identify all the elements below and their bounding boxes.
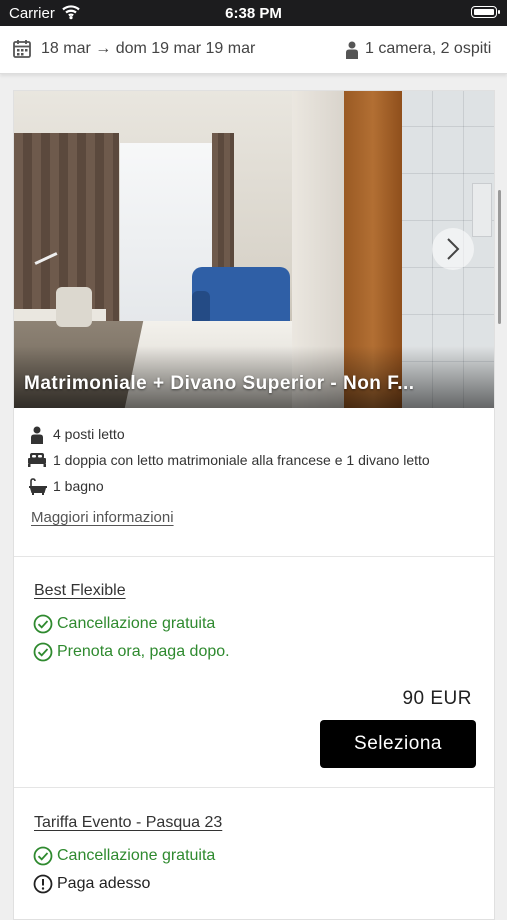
divider [14,556,494,557]
feature-text: 4 posti letto [53,426,125,442]
battery-icon [471,6,500,18]
select-button[interactable]: Seleziona [320,720,476,768]
date-range-label[interactable]: 18 mar → dom 19 mar 19 mar [41,40,255,58]
check-circle-icon [33,846,53,871]
rate-name-best-flexible[interactable]: Best Flexible [34,582,126,600]
check-circle-icon [33,642,53,667]
info-circle-icon [33,874,53,899]
guests-label[interactable]: 1 camera, 2 ospiti [365,40,491,58]
more-info-link[interactable]: Maggiori informazioni [31,509,174,526]
calendar-icon [13,39,31,63]
status-time: 6:38 PM [225,5,282,22]
room-photo[interactable]: Matrimoniale + Divano Superior - Non F..… [14,91,494,408]
room-card: Matrimoniale + Divano Superior - Non F..… [13,90,495,920]
rate-name-event[interactable]: Tariffa Evento - Pasqua 23 [34,814,222,832]
bed-icon [27,452,47,473]
feature-text: 1 bagno [53,478,104,494]
perk-text: Cancellazione gratuita [57,847,216,864]
perk-text: Paga adesso [57,875,151,892]
bathtub-icon [28,478,48,500]
scroll-indicator[interactable] [498,190,501,324]
next-photo-button[interactable] [432,228,474,270]
status-bar: Carrier 6:38 PM [0,0,507,26]
perk-text: Prenota ora, paga dopo. [57,643,230,660]
price-label: 90 EUR [402,688,472,709]
divider [14,787,494,788]
person-icon [30,426,44,449]
feature-text: 1 doppia con letto matrimoniale alla fra… [53,452,430,468]
check-circle-icon [33,614,53,639]
chevron-right-icon [447,238,460,260]
person-icon [345,41,359,64]
room-title: Matrimoniale + Divano Superior - Non F..… [24,373,415,394]
perk-text: Cancellazione gratuita [57,615,216,632]
search-summary-bar[interactable]: 18 mar → dom 19 mar 19 mar 1 camera, 2 o… [0,26,507,74]
